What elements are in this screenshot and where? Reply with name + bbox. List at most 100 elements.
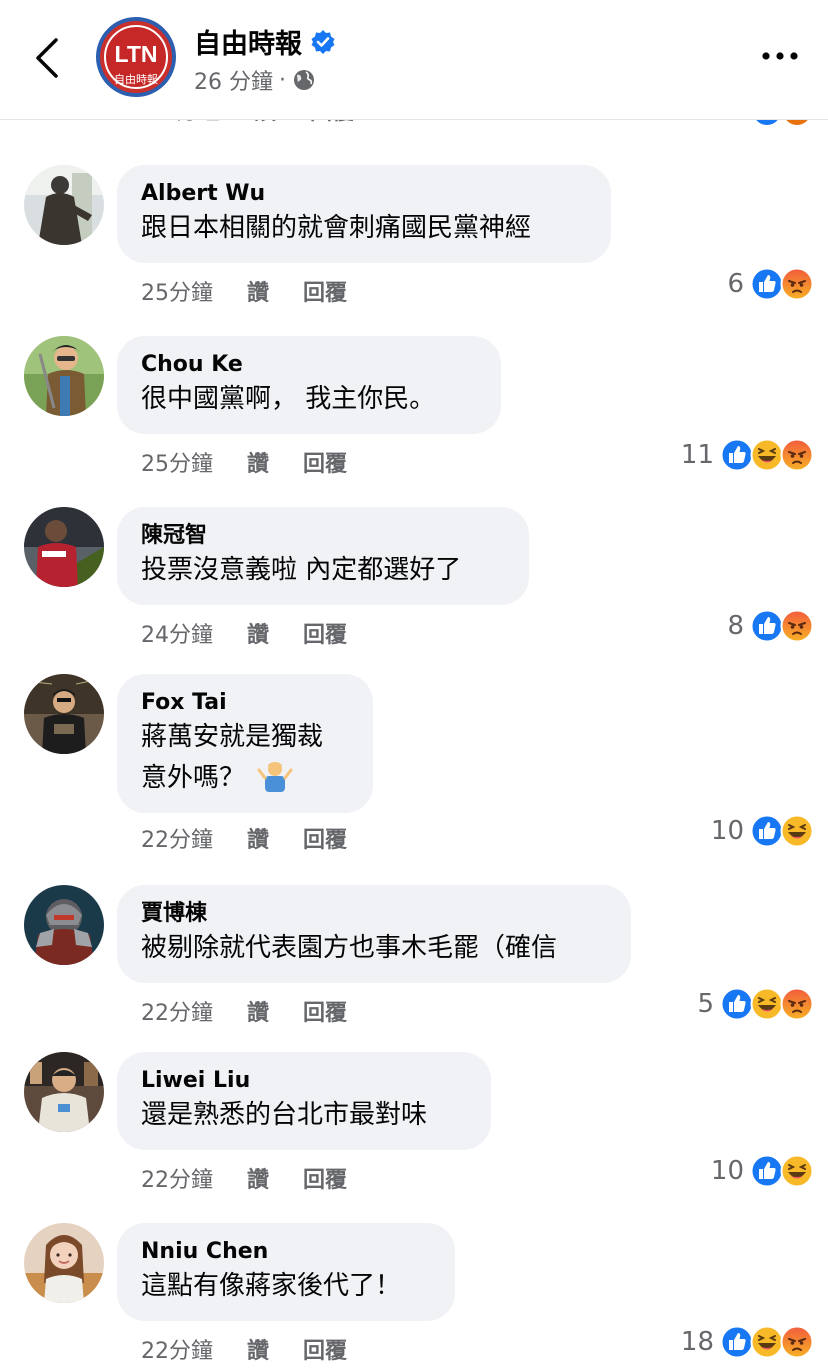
like-icon	[750, 1154, 784, 1188]
reaction-icons	[720, 438, 814, 472]
commenter-avatar[interactable]	[24, 885, 104, 965]
comment-text: 意外嗎？	[141, 756, 349, 797]
comment-bubble[interactable]: Nniu Chen 這點有像蔣家後代了！	[117, 1223, 455, 1321]
like-icon	[750, 609, 784, 643]
commenter-avatar[interactable]	[24, 165, 104, 245]
haha-icon	[750, 1325, 784, 1359]
reaction-count: 11	[680, 440, 714, 470]
commenter-name[interactable]: 陳冠智	[141, 521, 505, 551]
comment-time: 22分鐘	[141, 1339, 213, 1364]
like-button[interactable]: 讚	[247, 617, 269, 649]
commenter-avatar[interactable]	[24, 336, 104, 416]
shrug-icon	[257, 762, 293, 792]
comment-actions: 25分鐘 讚 回覆	[141, 446, 347, 478]
comment-text: 投票沒意義啦 內定都選好了	[141, 555, 462, 585]
like-button[interactable]: 讚	[247, 275, 269, 307]
like-icon	[750, 814, 784, 848]
like-button[interactable]: 讚	[247, 446, 269, 478]
comment-bubble[interactable]: 陳冠智 投票沒意義啦 內定都選好了	[117, 507, 529, 605]
back-arrow-icon[interactable]	[30, 36, 66, 80]
commenter-avatar[interactable]	[24, 507, 104, 587]
reaction-summary[interactable]: 10	[711, 1154, 814, 1188]
reaction-count: 8	[727, 611, 744, 641]
reaction-summary[interactable]: 8	[727, 609, 814, 643]
commenter-avatar[interactable]	[24, 1052, 104, 1132]
comment-bubble[interactable]: Albert Wu 跟日本相關的就會刺痛國民黨神經	[117, 165, 611, 263]
reply-button[interactable]: 回覆	[303, 1333, 347, 1365]
reply-button[interactable]: 回覆	[303, 822, 347, 854]
commenter-name[interactable]: Liwei Liu	[141, 1066, 467, 1096]
more-options-icon[interactable]	[760, 44, 800, 68]
commenter-name[interactable]: Fox Tai	[141, 688, 349, 718]
reaction-summary[interactable]: 5	[697, 987, 814, 1021]
like-icon	[720, 987, 754, 1021]
comment-actions: 24分鐘 讚 回覆	[141, 617, 347, 649]
post-meta: 26 分鐘 ·	[194, 64, 316, 96]
commenter-avatar[interactable]	[24, 674, 104, 754]
reaction-icons	[750, 1154, 814, 1188]
like-button[interactable]: 讚	[247, 995, 269, 1027]
meta-separator: ·	[279, 67, 286, 93]
reply-button[interactable]: 回覆	[303, 1162, 347, 1194]
comment-text: 跟日本相關的就會刺痛國民黨神經	[141, 213, 532, 243]
comment-text: 還是熟悉的台北市最對味	[141, 1100, 428, 1130]
commenter-name[interactable]: Albert Wu	[141, 179, 587, 209]
comment-bubble[interactable]: 賈博棟 被剔除就代表園方也事木毛罷（確信	[117, 885, 631, 983]
page-name[interactable]: 自由時報	[194, 22, 336, 61]
globe-icon	[294, 70, 314, 90]
comment-bubble[interactable]: Fox Tai 蔣萬安就是獨裁 意外嗎？	[117, 674, 373, 813]
page-avatar[interactable]: LTN 自由時報	[96, 17, 176, 97]
verified-badge-icon	[311, 29, 335, 54]
post-time: 26 分鐘	[194, 70, 273, 95]
comment-actions: 22分鐘 讚 回覆	[141, 822, 347, 854]
reply-button[interactable]: 回覆	[303, 446, 347, 478]
commenter-name[interactable]: Nniu Chen	[141, 1237, 431, 1267]
comment-actions: 22分鐘 讚 回覆	[141, 1333, 347, 1365]
reply-button[interactable]: 回覆	[303, 275, 347, 307]
comment-actions: 25分鐘 讚 回覆	[141, 275, 347, 307]
commenter-name[interactable]: Chou Ke	[141, 350, 477, 380]
angry-icon	[780, 267, 814, 301]
reaction-icons	[720, 987, 814, 1021]
reaction-summary[interactable]: 11	[681, 438, 814, 472]
angry-icon	[780, 438, 814, 472]
reaction-count: 18	[680, 1327, 714, 1357]
angry-icon	[780, 987, 814, 1021]
angry-icon	[780, 1325, 814, 1359]
commenter-name[interactable]: 賈博棟	[141, 899, 607, 929]
comment-actions: 22分鐘 讚 回覆	[141, 995, 347, 1027]
like-button[interactable]: 讚	[247, 1162, 269, 1194]
like-icon	[720, 1325, 754, 1359]
reaction-icons	[750, 609, 814, 643]
comment-time: 22分鐘	[141, 828, 213, 853]
haha-icon	[780, 814, 814, 848]
haha-icon	[750, 987, 784, 1021]
logo-text: LTN	[114, 41, 158, 67]
comment-time: 25分鐘	[141, 281, 213, 306]
reaction-count: 10	[710, 1156, 744, 1186]
reaction-icons	[720, 1325, 814, 1359]
comment-bubble[interactable]: Liwei Liu 還是熟悉的台北市最對味	[117, 1052, 491, 1150]
commenter-avatar[interactable]	[24, 1223, 104, 1303]
comment-text: 這點有像蔣家後代了！	[141, 1271, 402, 1301]
comment-text: 很中國黨啊， 我主你民。	[141, 384, 436, 414]
haha-icon	[750, 438, 784, 472]
reaction-icons	[750, 814, 814, 848]
logo-subtext: 自由時報	[114, 73, 158, 86]
reply-button[interactable]: 回覆	[303, 617, 347, 649]
comment-time: 22分鐘	[141, 1168, 213, 1193]
like-button[interactable]: 讚	[247, 822, 269, 854]
like-icon	[750, 267, 784, 301]
like-button[interactable]: 讚	[247, 1333, 269, 1365]
reply-button[interactable]: 回覆	[303, 995, 347, 1027]
comment-time: 24分鐘	[141, 623, 213, 648]
reaction-count: 5	[697, 989, 714, 1019]
comment-time: 22分鐘	[141, 1001, 213, 1026]
reaction-summary[interactable]: 18	[681, 1325, 814, 1359]
comment-actions: 22分鐘 讚 回覆	[141, 1162, 347, 1194]
comment-text: 被剔除就代表園方也事木毛罷（確信	[141, 933, 558, 963]
comment-bubble[interactable]: Chou Ke 很中國黨啊， 我主你民。	[117, 336, 501, 434]
reaction-summary[interactable]: 10	[711, 814, 814, 848]
reaction-summary[interactable]: 6	[727, 267, 814, 301]
page-name-label: 自由時報	[194, 29, 302, 60]
